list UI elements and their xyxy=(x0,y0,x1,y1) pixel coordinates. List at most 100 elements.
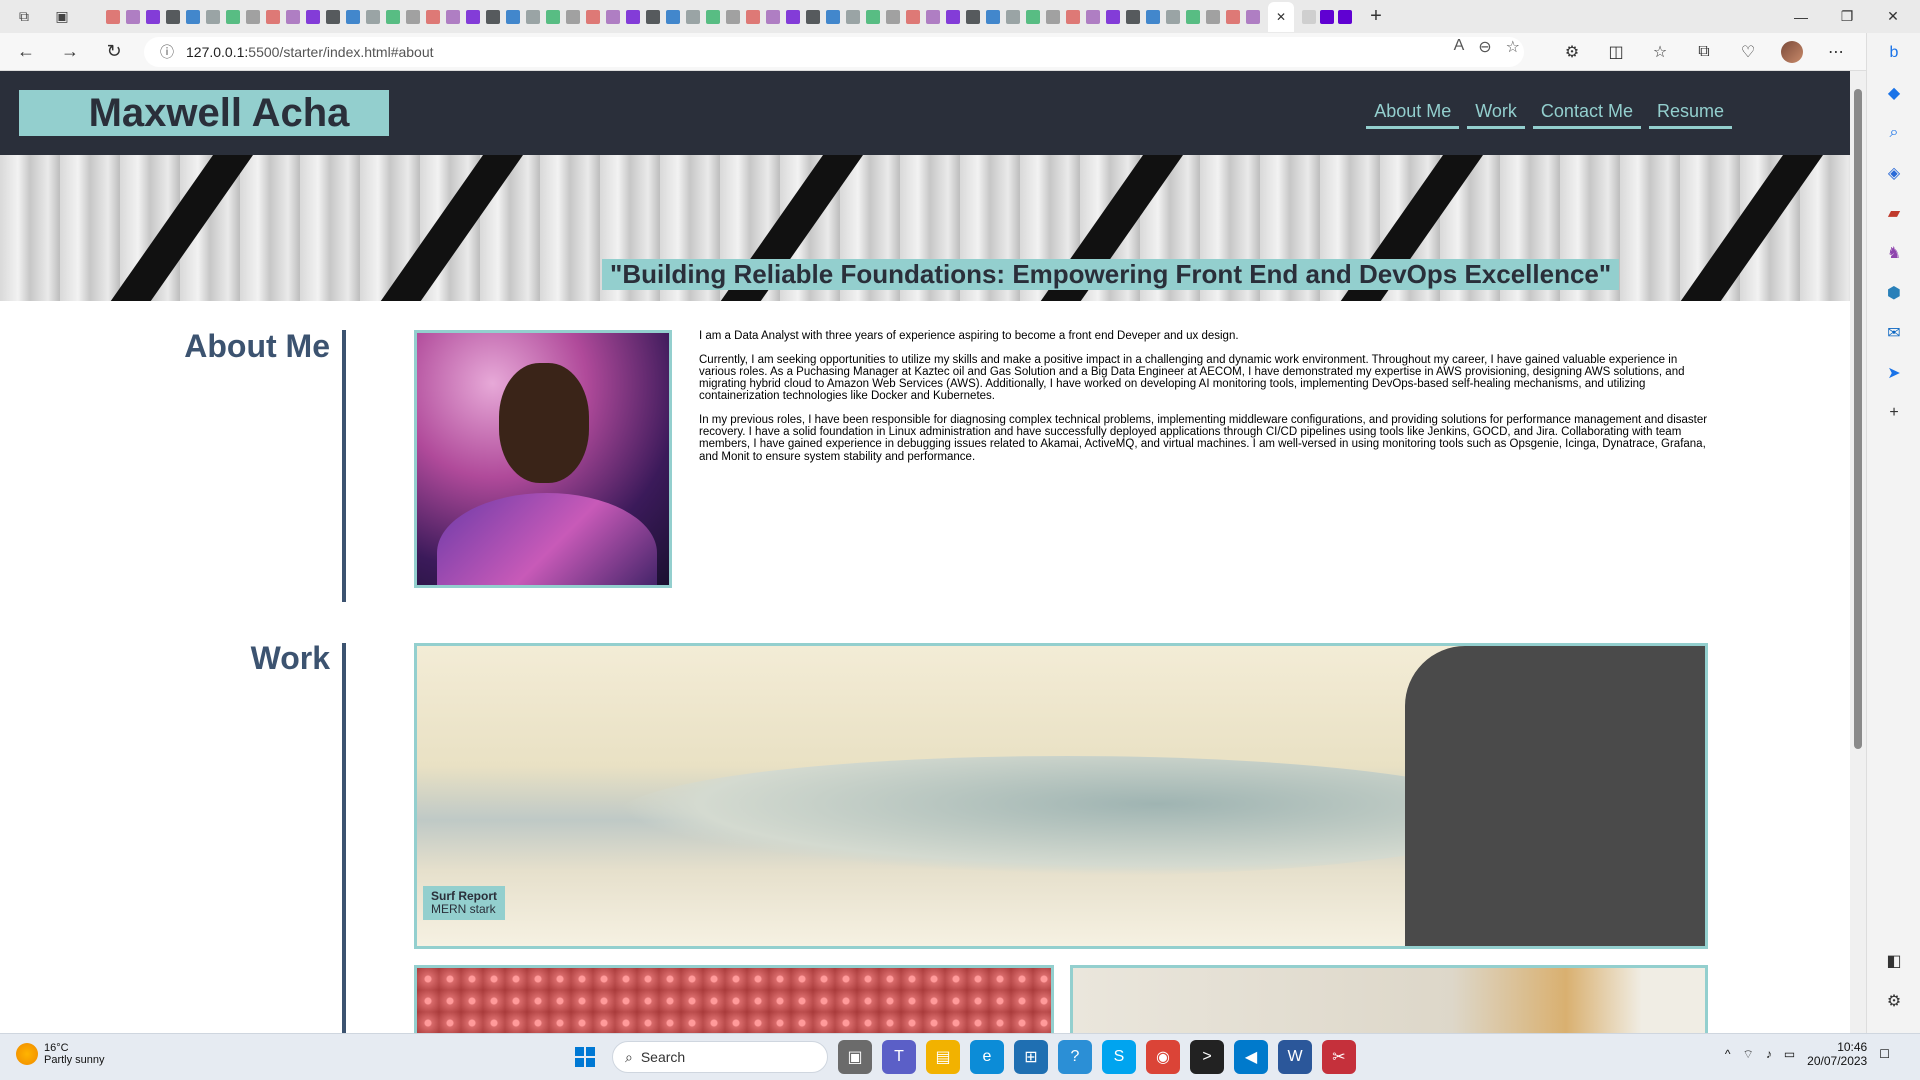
pinned-tab-favicon[interactable] xyxy=(1046,9,1060,24)
pinned-tab-favicon[interactable] xyxy=(966,9,980,24)
task-view-icon[interactable]: ▣ xyxy=(838,1040,872,1074)
pinned-tab-favicon[interactable] xyxy=(706,9,720,24)
profile-avatar[interactable] xyxy=(1775,37,1809,67)
pinned-tab-favicon[interactable] xyxy=(1086,9,1100,24)
site-brand[interactable]: Maxwell Acha xyxy=(19,90,389,136)
pinned-tab-favicon[interactable] xyxy=(626,9,640,24)
pinned-tab-favicon[interactable] xyxy=(306,9,320,24)
pinned-tab-favicon[interactable] xyxy=(906,9,920,24)
taskbar-search[interactable]: ⌕ Search xyxy=(612,1041,828,1073)
split-screen-icon[interactable]: ◫ xyxy=(1599,37,1633,67)
pinned-tab-favicon[interactable] xyxy=(1066,9,1080,24)
pinned-tab-favicon[interactable] xyxy=(646,9,660,24)
pinned-tab-favicon[interactable] xyxy=(106,9,120,24)
start-button[interactable] xyxy=(568,1040,602,1074)
forward-arrow-icon[interactable]: → xyxy=(52,36,88,68)
pinned-tab-favicon[interactable] xyxy=(926,9,940,24)
work-project-card[interactable] xyxy=(414,965,1054,1033)
tab-favicon-page[interactable] xyxy=(1302,9,1317,24)
pinned-tab-favicon[interactable] xyxy=(666,9,680,24)
notifications-icon[interactable]: ◆ xyxy=(1867,73,1920,113)
nav-contact-me[interactable]: Contact Me xyxy=(1532,101,1641,129)
pinned-tab-favicon[interactable] xyxy=(406,9,420,24)
drop-icon[interactable]: ➤ xyxy=(1867,353,1920,393)
pinned-tab-favicon[interactable] xyxy=(1186,9,1200,24)
pinned-tab-favicon[interactable] xyxy=(246,9,260,24)
performance-icon[interactable]: ♡ xyxy=(1731,37,1765,67)
wifi-icon[interactable]: ⌔ xyxy=(1743,1047,1754,1062)
pinned-tab-favicon[interactable] xyxy=(1026,9,1040,24)
pinned-tab-favicon[interactable] xyxy=(446,9,460,24)
tab-favicon-yahoo[interactable] xyxy=(1320,9,1335,24)
favorites-icon[interactable]: ☆ xyxy=(1643,37,1677,67)
pinned-tab-favicon[interactable] xyxy=(1006,9,1020,24)
store-icon[interactable]: ⊞ xyxy=(1014,1040,1048,1074)
pinned-tab-favicon[interactable] xyxy=(546,9,560,24)
extensions-icon[interactable]: ⚙ xyxy=(1555,37,1589,67)
work-featured-project[interactable]: Surf Report MERN stark xyxy=(414,643,1708,949)
tab-active[interactable]: ✕ xyxy=(1268,1,1295,32)
pinned-tab-favicon[interactable] xyxy=(486,9,500,24)
tab-actions-icon[interactable]: ▣ xyxy=(48,3,76,31)
tab-close-icon[interactable]: ✕ xyxy=(1276,10,1286,24)
nav-about-me[interactable]: About Me xyxy=(1366,101,1460,129)
vscode-icon[interactable]: ◀ xyxy=(1234,1040,1268,1074)
search-icon[interactable]: ⌕ xyxy=(1867,113,1920,153)
work-project-card[interactable] xyxy=(1070,965,1708,1033)
show-hidden-icons[interactable]: ^ xyxy=(1725,1047,1731,1061)
pinned-tab-favicon[interactable] xyxy=(346,9,360,24)
snipping-tool-icon[interactable]: ✂ xyxy=(1322,1040,1356,1074)
pinned-tab-favicon[interactable] xyxy=(606,9,620,24)
pinned-tab-favicon[interactable] xyxy=(326,9,340,24)
chrome-icon[interactable]: ◉ xyxy=(1146,1040,1180,1074)
pinned-tab-favicon[interactable] xyxy=(1246,9,1260,24)
pinned-tab-favicon[interactable] xyxy=(266,9,280,24)
pinned-tab-favicon[interactable] xyxy=(766,9,780,24)
volume-icon[interactable]: ♪ xyxy=(1766,1047,1772,1061)
pinned-tab-favicon[interactable] xyxy=(946,9,960,24)
restore-button[interactable]: ❐ xyxy=(1824,0,1870,33)
skype-icon[interactable]: S xyxy=(1102,1040,1136,1074)
scrollbar-thumb[interactable] xyxy=(1854,89,1862,749)
pinned-tab-favicon[interactable] xyxy=(986,9,1000,24)
pinned-tab-favicon[interactable] xyxy=(386,9,400,24)
weather-widget[interactable]: 16°C Partly sunny xyxy=(16,1042,105,1066)
file-explorer-icon[interactable]: ▤ xyxy=(926,1040,960,1074)
zoom-icon[interactable]: ⊖ xyxy=(1478,37,1491,57)
clock[interactable]: 10:46 20/07/2023 xyxy=(1807,1040,1867,1069)
nav-work[interactable]: Work xyxy=(1467,101,1525,129)
edge-icon[interactable]: e xyxy=(970,1040,1004,1074)
favorite-star-icon[interactable]: ☆ xyxy=(1506,37,1520,57)
address-bar[interactable]: ⓘ 127.0.0.1: 5500/starter/index.html#abou… xyxy=(144,37,1524,67)
nav-resume[interactable]: Resume xyxy=(1648,101,1732,129)
pinned-tab-favicon[interactable] xyxy=(826,9,840,24)
site-info-icon[interactable]: ⓘ xyxy=(160,42,174,62)
help-icon[interactable]: ? xyxy=(1058,1040,1092,1074)
page-scrollbar[interactable] xyxy=(1850,71,1866,1033)
tools-icon[interactable]: ▰ xyxy=(1867,193,1920,233)
more-options-icon[interactable]: ⋯ xyxy=(1819,37,1853,67)
word-icon[interactable]: W xyxy=(1278,1040,1312,1074)
pinned-tab-favicon[interactable] xyxy=(1206,9,1220,24)
pinned-tab-favicon[interactable] xyxy=(1166,9,1180,24)
pinned-tab-favicon[interactable] xyxy=(1126,9,1140,24)
pinned-tab-favicon[interactable] xyxy=(366,9,380,24)
add-sidebar-icon[interactable]: + xyxy=(1867,393,1920,433)
teams-icon[interactable]: T xyxy=(882,1040,916,1074)
pinned-tab-favicon[interactable] xyxy=(786,9,800,24)
tab-favicon-yahoo-2[interactable] xyxy=(1338,9,1353,24)
sidebar-layout-icon[interactable]: ◧ xyxy=(1867,941,1920,981)
pinned-tab-favicon[interactable] xyxy=(886,9,900,24)
pinned-tab-favicon[interactable] xyxy=(1226,9,1240,24)
collections-icon[interactable]: ⧉ xyxy=(1687,37,1721,67)
notification-center-icon[interactable]: ☐ xyxy=(1879,1047,1890,1061)
battery-icon[interactable]: ▭ xyxy=(1784,1047,1795,1061)
pinned-tab-favicon[interactable] xyxy=(1106,9,1120,24)
pinned-tab-favicon[interactable] xyxy=(506,9,520,24)
pinned-tab-favicon[interactable] xyxy=(586,9,600,24)
new-tab-button[interactable]: + xyxy=(1370,5,1382,28)
pinned-tab-favicon[interactable] xyxy=(846,9,860,24)
shopping-icon[interactable]: ◈ xyxy=(1867,153,1920,193)
games-icon[interactable]: ♞ xyxy=(1867,233,1920,273)
project-caption[interactable]: Surf Report MERN stark xyxy=(423,885,505,920)
